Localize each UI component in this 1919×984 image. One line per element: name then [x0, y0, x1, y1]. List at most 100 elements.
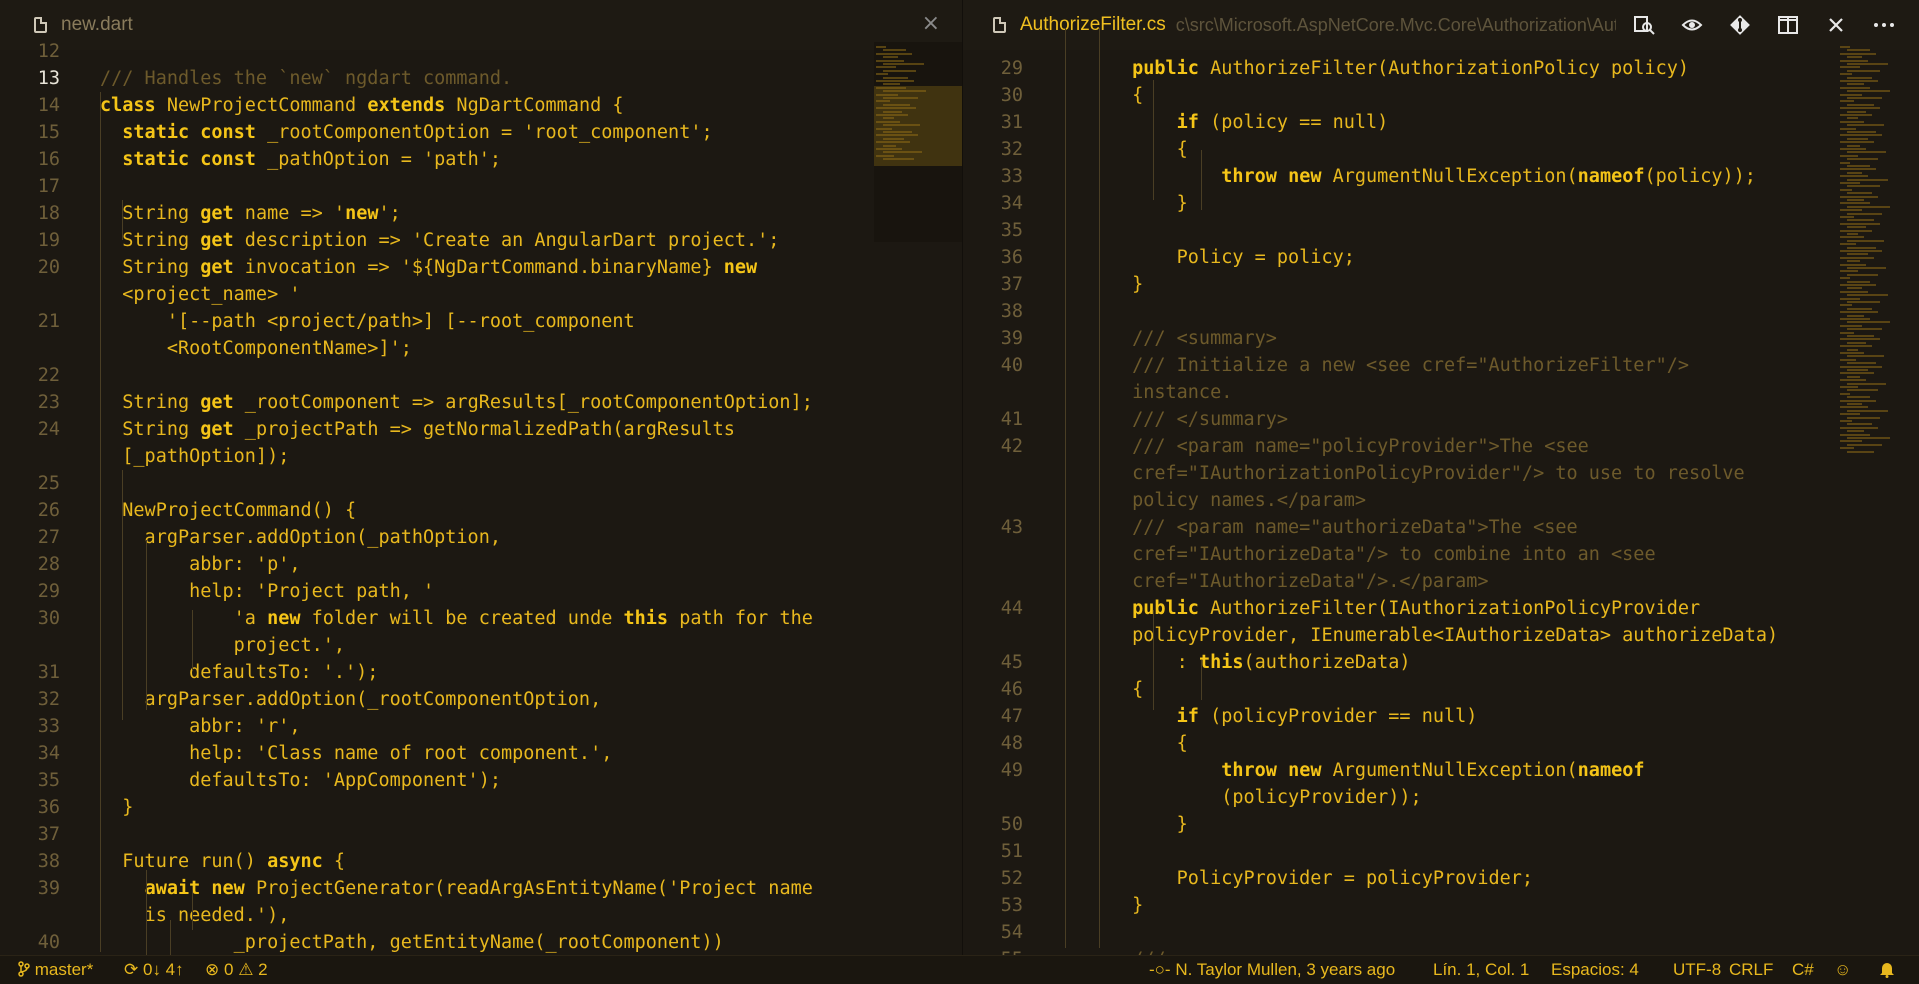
branch-indicator[interactable]: master* [18, 959, 93, 981]
code-line[interactable]: 46 { [963, 676, 1919, 703]
code-line[interactable]: 38 Future run() async { [0, 848, 870, 875]
code-line[interactable]: 45 : this(authorizeData) [963, 649, 1919, 676]
code-line[interactable]: 34 } [963, 190, 1919, 217]
code-line[interactable]: 33 throw new ArgumentNullException(nameo… [963, 163, 1919, 190]
code-line[interactable]: 39 /// <summary> [963, 325, 1919, 352]
code-line[interactable]: 54 [963, 919, 1919, 946]
code-line[interactable]: 29 public AuthorizeFilter(AuthorizationP… [963, 55, 1919, 82]
code-line[interactable]: 25 [0, 470, 870, 497]
code-line[interactable]: 37 } [963, 271, 1919, 298]
code-line[interactable]: 39 await new ProjectGenerator(readArgAsE… [0, 875, 870, 902]
code-line[interactable]: 13 /// Handles the `new` ngdart command. [0, 65, 870, 92]
code-line[interactable]: 55 /// [963, 946, 1919, 955]
code-editor-right[interactable]: 29 public AuthorizeFilter(AuthorizationP… [963, 28, 1919, 955]
code-line[interactable]: 34 help: 'Class name of root component.'… [0, 740, 870, 767]
code-line[interactable]: 16 static const _pathOption = 'path'; [0, 146, 870, 173]
code-line[interactable]: 49 throw new ArgumentNullException(nameo… [963, 757, 1919, 784]
code-line[interactable]: 38 [963, 298, 1919, 325]
code-text: argParser.addOption(_pathOption, [100, 527, 501, 548]
code-line[interactable]: 40 /// Initialize a new <see cref="Autho… [963, 352, 1919, 379]
code-line[interactable]: 19 String get description => 'Create an … [0, 227, 870, 254]
code-line[interactable]: 30 { [963, 82, 1919, 109]
line-number: 55 [963, 946, 1023, 955]
code-line[interactable]: is needed.'), [0, 902, 870, 929]
code-line[interactable]: policyProvider, IEnumerable<IAuthorizeDa… [963, 622, 1919, 649]
error-icon: ⊗ [205, 960, 220, 979]
code-line[interactable]: <project_name> ' [0, 281, 870, 308]
minimap-line [1847, 443, 1882, 446]
code-line[interactable]: 30 'a new folder will be created unde th… [0, 605, 870, 632]
language-mode[interactable]: C# [1792, 959, 1814, 981]
line-endings[interactable]: CRLF [1729, 959, 1773, 981]
code-line[interactable] [963, 28, 1919, 55]
code-line[interactable]: 36 Policy = policy; [963, 244, 1919, 271]
code-line[interactable]: (policyProvider)); [963, 784, 1919, 811]
code-line[interactable]: cref="IAuthorizationPolicyProvider"/> to… [963, 460, 1919, 487]
code-line[interactable]: 51 [963, 838, 1919, 865]
code-line[interactable]: 18 String get name => 'new'; [0, 200, 870, 227]
code-line[interactable]: 31 if (policy == null) [963, 109, 1919, 136]
code-line[interactable]: 31 defaultsTo: '.'); [0, 659, 870, 686]
minimap-line [883, 151, 922, 154]
minimap-line [876, 127, 892, 130]
code-line[interactable]: 52 PolicyProvider = policyProvider; [963, 865, 1919, 892]
minimap[interactable] [874, 42, 962, 242]
code-line[interactable]: 42 /// <param name="policyProvider">The … [963, 433, 1919, 460]
code-line[interactable]: 28 abbr: 'p', [0, 551, 870, 578]
code-line[interactable]: 14 class NewProjectCommand extends NgDart… [0, 92, 870, 119]
code-line[interactable]: 36 } [0, 794, 870, 821]
code-line[interactable]: 21 '[--path <project/path>] [--root_comp… [0, 308, 870, 335]
code-editor-left[interactable]: 12 13 /// Handles the `new` ngdart command… [0, 41, 962, 955]
cursor-position[interactable]: Lín. 1, Col. 1 [1433, 959, 1529, 981]
code-line[interactable]: 48 { [963, 730, 1919, 757]
code-line[interactable]: 22 [0, 362, 870, 389]
problems-indicator[interactable]: ⊗ 0 ⚠ 2 [205, 959, 268, 981]
code-text: cref="IAuthorizeData"/>.</param> [1043, 571, 1489, 592]
code-line[interactable]: cref="IAuthorizeData"/> to combine into … [963, 541, 1919, 568]
close-icon[interactable]: × [922, 11, 940, 36]
encoding[interactable]: UTF-8 [1673, 959, 1721, 981]
line-number: 33 [1000, 166, 1023, 187]
code-line[interactable]: 37 [0, 821, 870, 848]
code-line[interactable]: cref="IAuthorizeData"/>.</param> [963, 568, 1919, 595]
minimap-line [1847, 137, 1868, 140]
code-line[interactable]: policy names.</param> [963, 487, 1919, 514]
code-line[interactable]: 15 static const _rootComponentOption = '… [0, 119, 870, 146]
code-line[interactable]: 27 argParser.addOption(_pathOption, [0, 524, 870, 551]
code-line[interactable]: 43 /// <param name="authorizeData">The <… [963, 514, 1919, 541]
code-text: argParser.addOption(_rootComponentOption… [100, 689, 602, 710]
code-line[interactable]: 40 _projectPath, getEntityName(_rootComp… [0, 929, 870, 955]
code-line[interactable]: 23 String get _rootComponent => argResul… [0, 389, 870, 416]
code-line[interactable]: 12 [0, 38, 870, 65]
code-line[interactable]: 44 public AuthorizeFilter(IAuthorization… [963, 595, 1919, 622]
indent-guide [192, 890, 193, 930]
code-line[interactable]: 26 NewProjectCommand() { [0, 497, 870, 524]
blame-info[interactable]: -○- N. Taylor Mullen, 3 years ago [1149, 959, 1395, 981]
code-line[interactable]: 41 /// </summary> [963, 406, 1919, 433]
code-line[interactable]: 29 help: 'Project path, ' [0, 578, 870, 605]
sync-status[interactable]: ⟳ 0↓ 4↑ [124, 959, 184, 981]
code-line[interactable]: 50 } [963, 811, 1919, 838]
minimap-line [1840, 229, 1872, 232]
code-line[interactable]: instance. [963, 379, 1919, 406]
code-line[interactable]: project.', [0, 632, 870, 659]
code-line[interactable]: 32 { [963, 136, 1919, 163]
code-line[interactable]: 24 String get _projectPath => getNormali… [0, 416, 870, 443]
code-line[interactable]: 35 defaultsTo: 'AppComponent'); [0, 767, 870, 794]
code-line[interactable]: 20 String get invocation => '${NgDartCom… [0, 254, 870, 281]
code-line[interactable]: 32 argParser.addOption(_rootComponentOpt… [0, 686, 870, 713]
feedback-smiley-icon[interactable]: ☺ [1834, 959, 1851, 981]
code-line[interactable]: 33 abbr: 'r', [0, 713, 870, 740]
minimap-line [1847, 192, 1872, 195]
indentation[interactable]: Espacios: 4 [1551, 959, 1639, 981]
indent-guide [192, 610, 193, 670]
code-line[interactable]: <RootComponentName>]'; [0, 335, 870, 362]
code-line[interactable]: 17 [0, 173, 870, 200]
code-line[interactable]: 53 } [963, 892, 1919, 919]
code-line[interactable]: 47 if (policyProvider == null) [963, 703, 1919, 730]
code-text: static const _pathOption = 'path'; [122, 149, 501, 170]
notifications-bell-icon[interactable] [1878, 959, 1896, 981]
code-line[interactable]: 35 [963, 217, 1919, 244]
warning-count: 2 [258, 960, 268, 979]
code-line[interactable]: [_pathOption]); [0, 443, 870, 470]
